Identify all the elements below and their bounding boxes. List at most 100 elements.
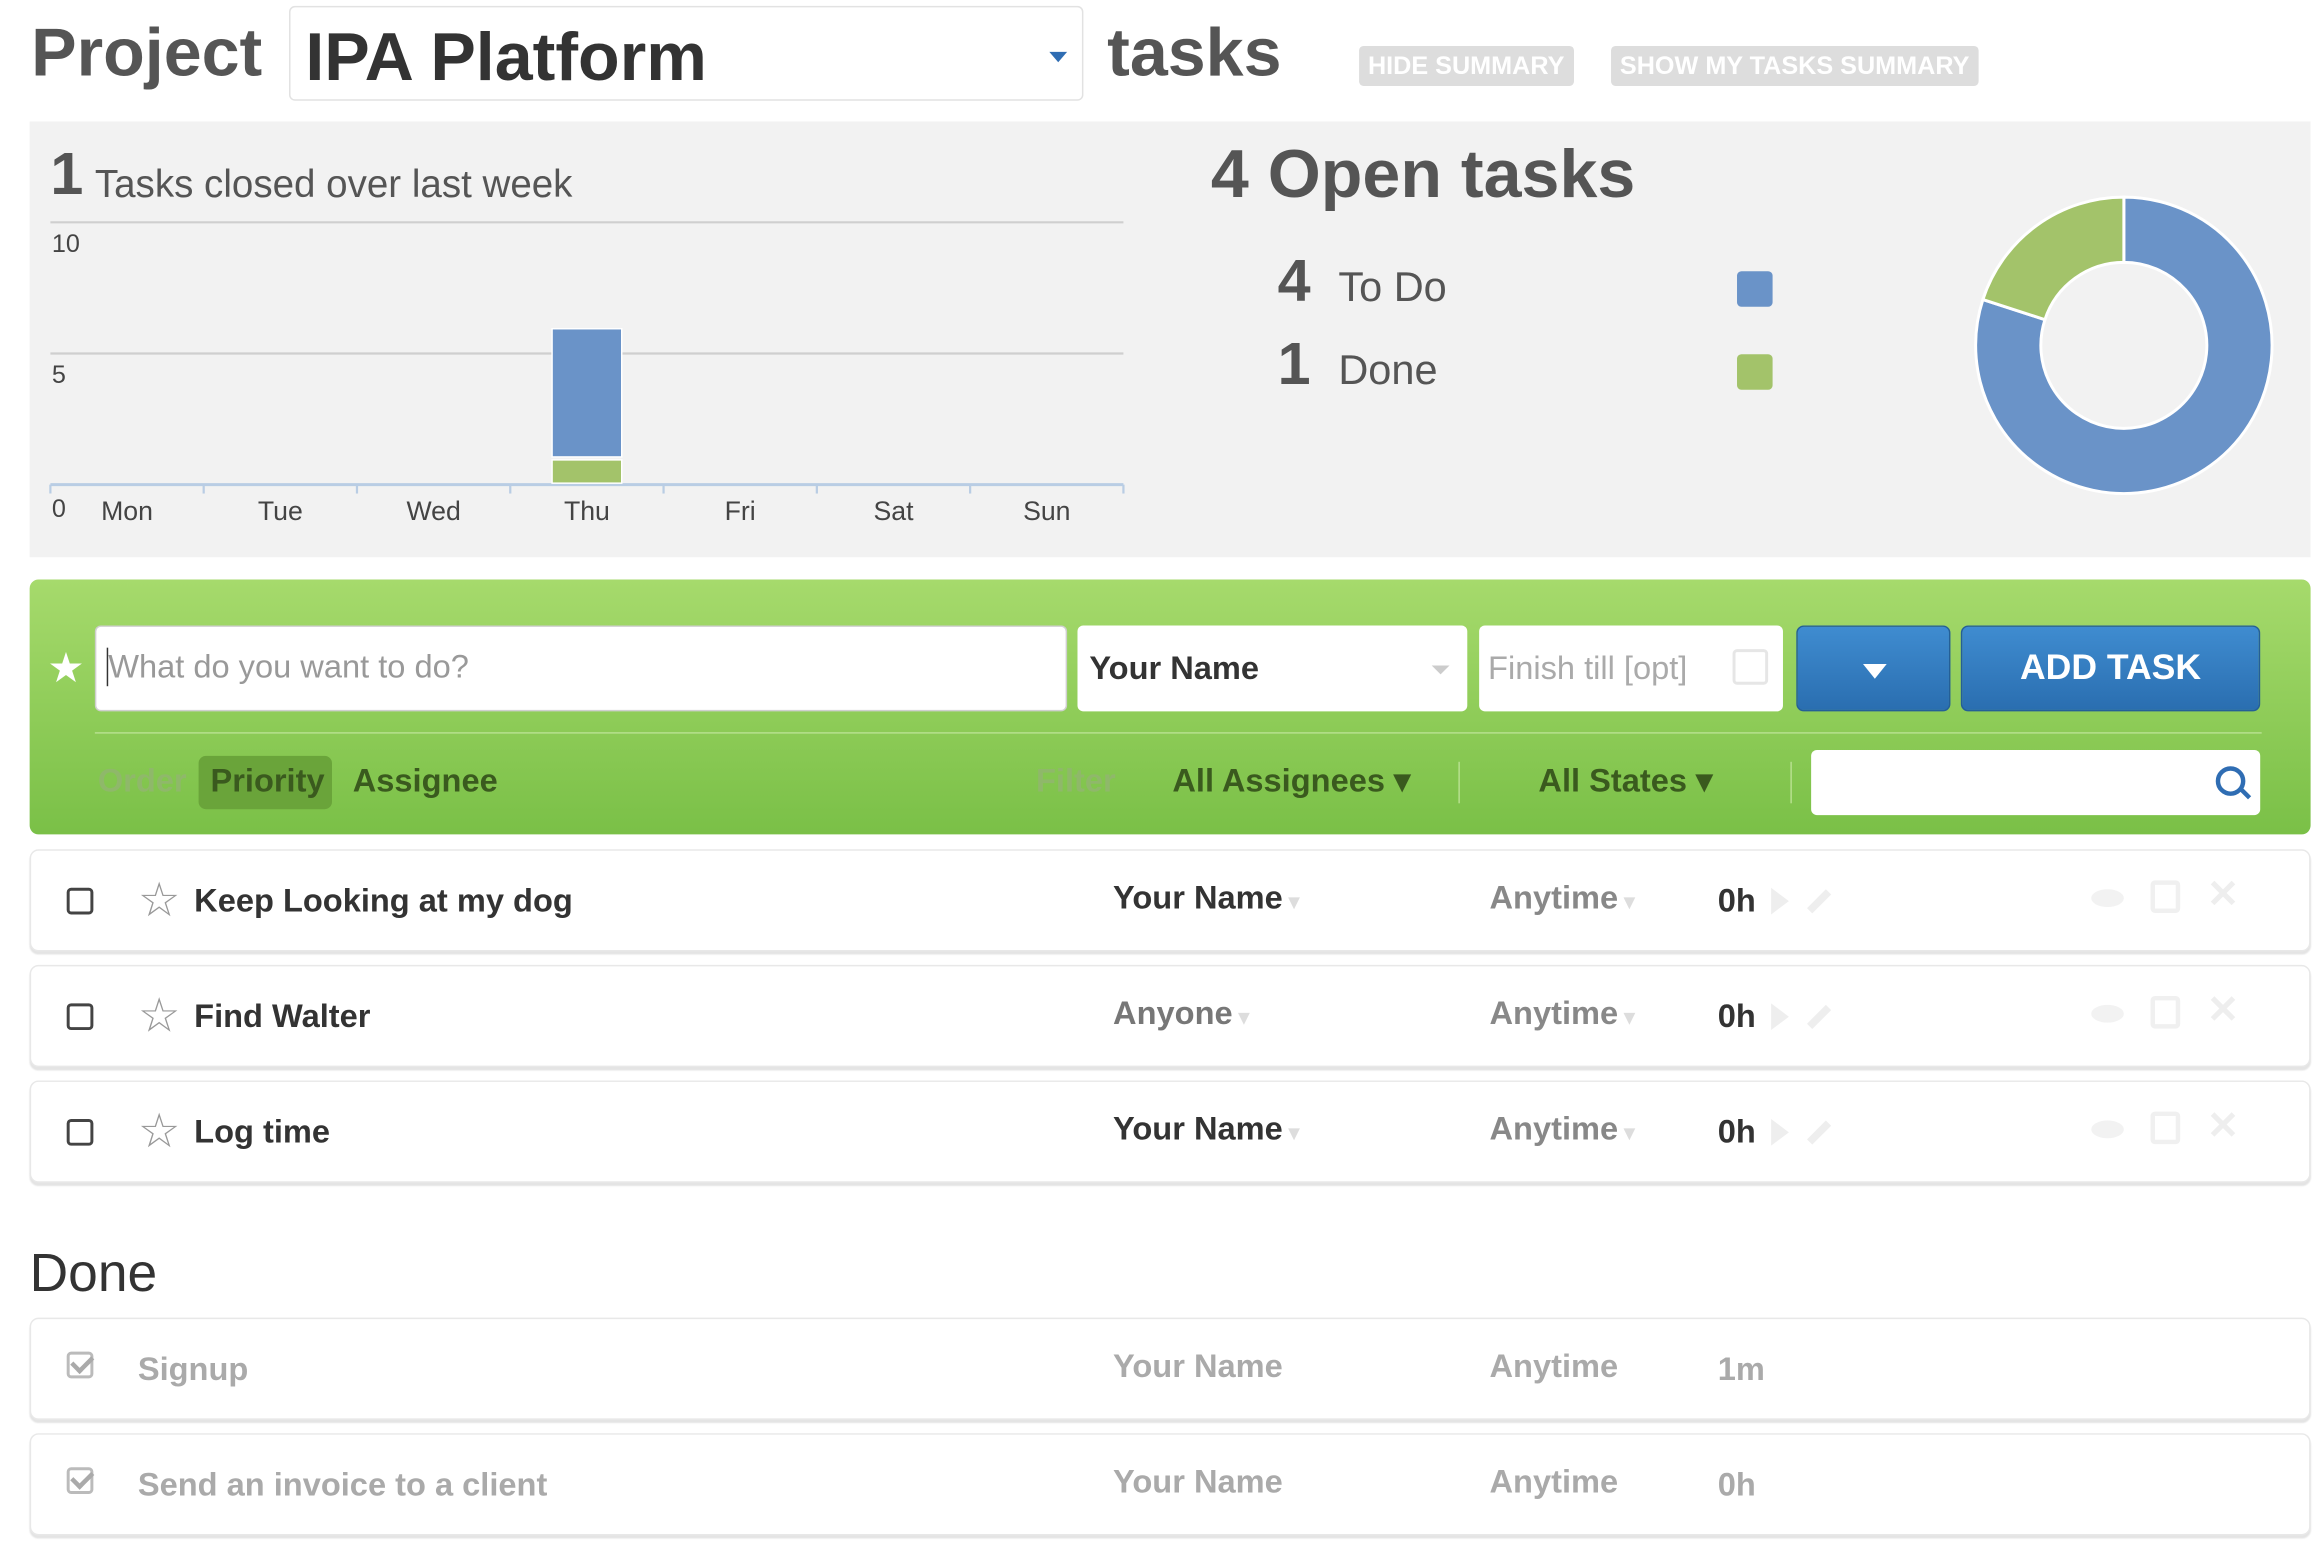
legend-todo-swatch [1737, 271, 1773, 307]
finish-date-placeholder: Finish till [opt] [1488, 649, 1688, 687]
caret-down-icon: ▾ [1288, 889, 1300, 913]
caret-down-icon: ▾ [1288, 1120, 1300, 1145]
assignee-select[interactable]: Your Name [1077, 625, 1468, 712]
done-row[interactable]: Send an invoice to a client Your Name An… [29, 1433, 2311, 1536]
search-icon[interactable] [2215, 766, 2246, 796]
task-title[interactable]: Keep Looking at my dog [194, 882, 573, 921]
legend-done-swatch [1737, 354, 1773, 390]
task-title[interactable]: Find Walter [194, 997, 370, 1036]
task-checkbox[interactable] [66, 887, 94, 915]
hide-summary-button[interactable]: HIDE SUMMARY [1359, 45, 1574, 86]
legend-done-label: Done [1338, 346, 1438, 393]
task-due-label: Anytime [1489, 878, 1619, 916]
watch-icon[interactable] [2091, 889, 2124, 908]
done-task-due: Anytime [1489, 1462, 1619, 1500]
star-outline-icon[interactable]: ☆ [138, 1103, 181, 1159]
y-tick-label: 5 [52, 361, 66, 389]
task-row[interactable]: ☆ Keep Looking at my dog Your Name ▾ Anyt… [29, 849, 2311, 952]
bar [551, 459, 623, 484]
done-task-title[interactable]: Send an invoice to a client [138, 1466, 547, 1505]
watch-icon[interactable] [2091, 1004, 2124, 1023]
order-priority-button[interactable]: Priority [210, 762, 324, 801]
finish-date-input[interactable]: Finish till [opt] [1479, 625, 1783, 712]
task-due[interactable]: Anytime ▾ [1490, 879, 1635, 918]
filter-label: Filter [1035, 761, 1116, 799]
done-task-hours: 0h [1717, 1465, 1756, 1503]
task-due[interactable]: Anytime ▾ [1490, 994, 1635, 1033]
all-assignees-filter[interactable]: All Assignees ▾ [1172, 762, 1410, 801]
task-row[interactable]: ☆ Log time Your Name ▾ Anytime ▾ 0h ✕ [29, 1080, 2311, 1183]
task-assignee[interactable]: Your Name ▾ [1113, 1110, 1299, 1149]
pencil-icon[interactable] [1807, 1004, 1832, 1029]
delete-icon[interactable]: ✕ [2207, 871, 2239, 917]
project-name: IPA Platform [305, 17, 707, 95]
star-outline-icon[interactable]: ☆ [138, 871, 181, 927]
caret-down-icon: ▾ [1624, 1004, 1635, 1029]
task-hours: 0h [1717, 881, 1756, 919]
done-row[interactable]: Signup Your Name Anytime 1m [29, 1317, 2311, 1420]
checked-checkbox-icon[interactable] [66, 1351, 94, 1379]
order-assignee-button[interactable]: Assignee [353, 762, 498, 801]
show-my-tasks-summary-button[interactable]: SHOW MY TASKS SUMMARY [1611, 45, 1979, 86]
calendar-icon[interactable] [1732, 649, 1769, 685]
star-icon[interactable]: ★ [47, 643, 84, 692]
x-tick-label: Sun [1023, 496, 1070, 526]
x-tick-label: Mon [101, 496, 153, 526]
closed-label: Tasks closed over last week [94, 161, 573, 207]
options-dropdown-button[interactable] [1796, 625, 1951, 712]
task-input[interactable]: What do you want to do? [94, 625, 1068, 712]
add-task-button[interactable]: ADD TASK [1960, 625, 2261, 712]
edit-icon[interactable] [2150, 995, 2181, 1029]
tasks-label: tasks [1107, 13, 1282, 91]
task-checkbox[interactable] [66, 1118, 94, 1146]
assignee-select-value: Your Name [1089, 649, 1260, 687]
play-icon[interactable] [1771, 1118, 1789, 1146]
caret-down-icon: ▾ [1238, 1004, 1249, 1029]
play-icon[interactable] [1771, 1003, 1789, 1031]
edit-icon[interactable] [2150, 880, 2181, 913]
task-checkbox[interactable] [66, 1003, 94, 1031]
project-select[interactable]: IPA Platform [289, 5, 1084, 101]
open-tasks-donut-chart [1974, 195, 2274, 495]
x-tick-label: Wed [406, 496, 460, 526]
delete-icon[interactable]: ✕ [2207, 1103, 2239, 1149]
filter-separator [1458, 761, 1460, 804]
legend-todo-count: 4 [1277, 248, 1311, 315]
play-icon[interactable] [1771, 887, 1789, 915]
task-due-label: Anytime [1489, 1110, 1619, 1148]
delete-icon[interactable]: ✕ [2207, 987, 2239, 1033]
edit-icon[interactable] [2150, 1111, 2181, 1145]
task-hours: 0h [1717, 1113, 1756, 1151]
pencil-icon[interactable] [1807, 889, 1832, 914]
task-due[interactable]: Anytime ▾ [1490, 1110, 1635, 1149]
y-tick-label: 0 [52, 495, 66, 523]
done-task-title[interactable]: Signup [138, 1350, 248, 1389]
x-tick-label: Thu [564, 496, 610, 526]
x-tick-label: Tue [258, 496, 303, 526]
checked-checkbox-icon[interactable] [66, 1467, 94, 1494]
filter-separator [1790, 761, 1792, 804]
chevron-down-icon [1431, 665, 1450, 675]
task-assignee[interactable]: Your Name ▾ [1113, 879, 1299, 918]
closed-count: 1 [50, 142, 84, 208]
task-row[interactable]: ☆ Find Walter Anyone ▾ Anytime ▾ 0h ✕ [29, 964, 2311, 1068]
task-assignee-name: Your Name [1113, 878, 1283, 916]
done-heading: Done [29, 1241, 158, 1303]
chevron-down-icon [1049, 51, 1068, 63]
legend-todo-label: To Do [1338, 263, 1447, 310]
star-outline-icon[interactable]: ☆ [138, 987, 181, 1043]
search-input[interactable] [1811, 749, 2261, 816]
all-states-filter[interactable]: All States ▾ [1538, 762, 1712, 801]
x-tick-label: Sat [873, 496, 914, 526]
y-tick-label: 10 [52, 230, 80, 258]
pencil-icon[interactable] [1807, 1120, 1832, 1145]
task-assignee[interactable]: Anyone ▾ [1113, 994, 1249, 1033]
task-title[interactable]: Log time [194, 1113, 330, 1152]
done-task-due: Anytime [1489, 1347, 1619, 1385]
legend-done-count: 1 [1277, 331, 1311, 398]
watch-icon[interactable] [2091, 1120, 2124, 1139]
divider [94, 732, 2262, 734]
done-task-assignee: Your Name [1113, 1462, 1283, 1500]
bar [551, 327, 623, 458]
order-label: Order [97, 761, 187, 799]
